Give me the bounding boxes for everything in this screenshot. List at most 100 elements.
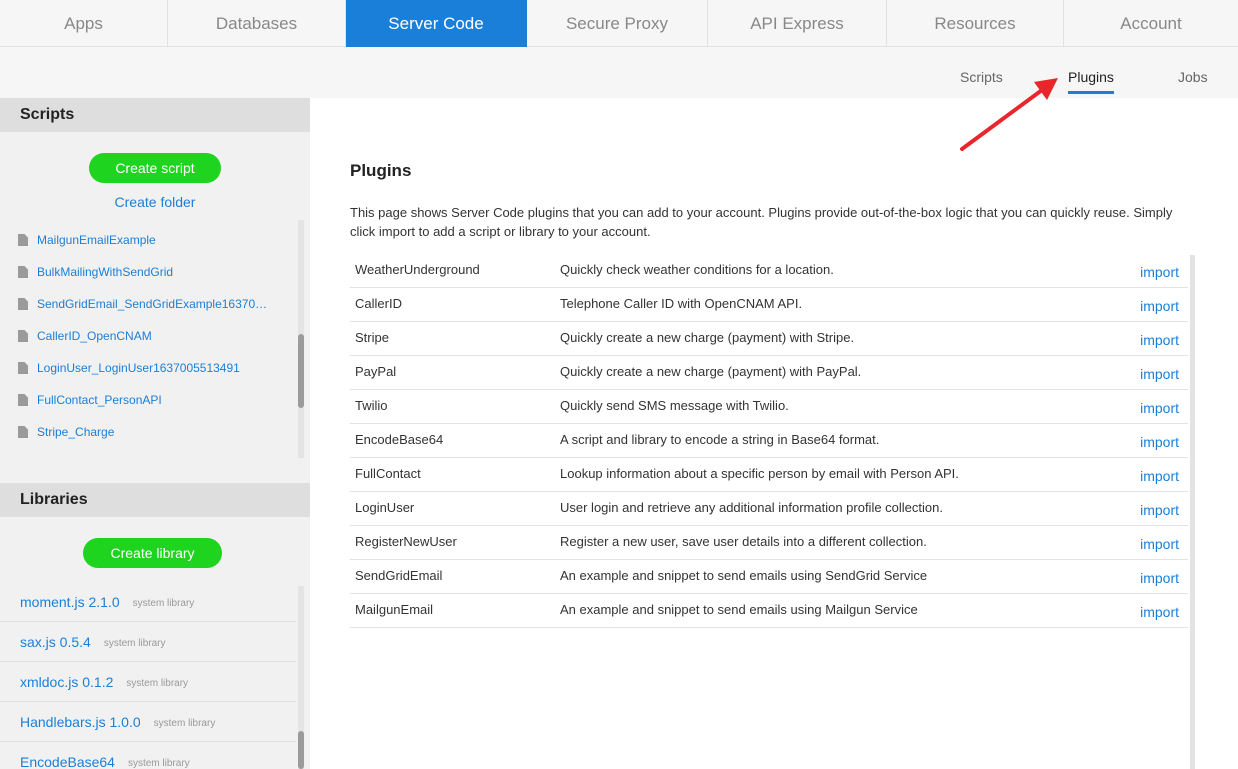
table-row: LoginUser User login and retrieve any add… (350, 492, 1188, 526)
plugin-description: Quickly create a new charge (payment) wi… (560, 330, 855, 345)
plugin-description: Telephone Caller ID with OpenCNAM API. (560, 296, 803, 311)
libraries-scrollbar-thumb[interactable] (298, 731, 304, 769)
list-item[interactable]: moment.js 2.1.0 system library (0, 582, 296, 622)
plugin-name: CallerID (355, 296, 402, 311)
tab-apps[interactable]: Apps (0, 0, 168, 47)
tab-account[interactable]: Account (1064, 0, 1238, 47)
plugin-description: Quickly send SMS message with Twilio. (560, 398, 789, 413)
import-link[interactable]: import (1140, 400, 1179, 416)
list-item[interactable]: Handlebars.js 1.0.0 system library (0, 702, 296, 742)
plugin-description: Register a new user, save user details i… (560, 534, 927, 549)
plugin-description: Quickly create a new charge (payment) wi… (560, 364, 862, 379)
plugin-name: SendGridEmail (355, 568, 443, 583)
plugin-name: LoginUser (355, 500, 415, 515)
plugin-description: An example and snippet to send emails us… (560, 568, 928, 583)
plugin-description: An example and snippet to send emails us… (560, 602, 918, 617)
file-icon (18, 330, 28, 342)
library-type: system library (153, 717, 216, 729)
import-link[interactable]: import (1140, 502, 1179, 518)
sidebar: Scripts Create script Create folder Mail… (0, 98, 310, 769)
file-icon (18, 394, 28, 406)
plugin-name: MailgunEmail (355, 602, 434, 617)
libraries-title: Libraries (20, 491, 88, 508)
subnav-plugins[interactable]: Plugins (1068, 69, 1114, 94)
file-icon (18, 266, 28, 278)
import-link[interactable]: import (1140, 536, 1179, 552)
tab-api-express[interactable]: API Express (708, 0, 887, 47)
scripts-list: MailgunEmailExample BulkMailingWithSendG… (0, 224, 296, 458)
library-name: EncodeBase64 (20, 753, 115, 769)
list-item[interactable]: FullContact_PersonAPI (0, 384, 296, 416)
list-item[interactable]: SendGridEmail_SendGridExample16370… (0, 288, 296, 320)
script-name: BulkMailingWithSendGrid (37, 265, 174, 279)
import-link[interactable]: import (1140, 332, 1179, 348)
script-name: SendGridEmail_SendGridExample16370… (37, 297, 268, 311)
table-row: FullContact Lookup information about a sp… (350, 458, 1188, 492)
list-item[interactable]: Stripe_Charge (0, 416, 296, 448)
list-item[interactable]: LoginUser_LoginUser1637005513491 (0, 352, 296, 384)
plugin-name: Twilio (355, 398, 388, 413)
library-name: sax.js 0.5.4 (20, 633, 91, 650)
table-row: EncodeBase64 A script and library to enco… (350, 424, 1188, 458)
import-link[interactable]: import (1140, 366, 1179, 382)
page-title: Plugins (350, 161, 412, 180)
tab-secure-proxy[interactable]: Secure Proxy (527, 0, 708, 47)
library-type: system library (132, 597, 195, 609)
import-link[interactable]: import (1140, 434, 1179, 450)
import-link[interactable]: import (1140, 264, 1179, 280)
table-row: PayPal Quickly create a new charge (payme… (350, 356, 1188, 390)
list-item[interactable]: xmldoc.js 0.1.2 system library (0, 662, 296, 702)
table-row: SendGridEmail An example and snippet to s… (350, 560, 1188, 594)
import-link[interactable]: import (1140, 298, 1179, 314)
sub-nav: Scripts Plugins Jobs (0, 47, 1238, 98)
table-row: MailgunEmail An example and snippet to se… (350, 594, 1188, 628)
import-link[interactable]: import (1140, 468, 1179, 484)
table-row: CallerID Telephone Caller ID with OpenCNA… (350, 288, 1188, 322)
top-nav: Apps Databases Server Code Secure Proxy … (0, 0, 1238, 47)
plugin-description: A script and library to encode a string … (560, 432, 880, 447)
main-scrollbar[interactable] (1190, 255, 1195, 769)
list-item[interactable]: sax.js 0.5.4 system library (0, 622, 296, 662)
plugin-description: User login and retrieve any additional i… (560, 500, 943, 515)
import-link[interactable]: import (1140, 604, 1179, 620)
plugin-name: Stripe (355, 330, 389, 345)
file-icon (18, 426, 28, 438)
script-name: Stripe_Charge (37, 425, 115, 439)
plugin-name: FullContact (355, 466, 421, 481)
tab-databases[interactable]: Databases (168, 0, 346, 47)
library-type: system library (126, 677, 189, 689)
create-folder-link[interactable]: Create folder (0, 194, 310, 210)
library-name: xmldoc.js 0.1.2 (20, 673, 114, 690)
scripts-scrollbar-thumb[interactable] (298, 334, 304, 408)
tab-resources[interactable]: Resources (887, 0, 1064, 47)
import-link[interactable]: import (1140, 570, 1179, 586)
main-content: Plugins This page shows Server Code plug… (310, 98, 1238, 769)
script-name: CallerID_OpenCNAM (37, 329, 152, 343)
create-library-button[interactable]: Create library (83, 538, 222, 568)
file-icon (18, 298, 28, 310)
plugin-name: EncodeBase64 (355, 432, 444, 447)
library-type: system library (127, 757, 190, 769)
subnav-jobs[interactable]: Jobs (1178, 69, 1208, 91)
scripts-title: Scripts (20, 106, 75, 123)
scripts-header: Scripts (0, 98, 310, 132)
table-row: Twilio Quickly send SMS message with Twil… (350, 390, 1188, 424)
list-item[interactable]: BulkMailingWithSendGrid (0, 256, 296, 288)
libraries-list: moment.js 2.1.0 system library sax.js 0.5… (0, 582, 296, 769)
file-icon (18, 362, 28, 374)
list-item[interactable]: CallerID_OpenCNAM (0, 320, 296, 352)
list-item[interactable]: EncodeBase64 system library (0, 742, 296, 769)
table-row: WeatherUnderground Quickly check weather … (350, 254, 1188, 288)
libraries-header: Libraries (0, 483, 310, 517)
plugin-name: RegisterNewUser (355, 534, 457, 549)
list-item[interactable]: MailgunEmailExample (0, 224, 296, 256)
script-name: MailgunEmailExample (37, 233, 156, 247)
library-name: Handlebars.js 1.0.0 (20, 713, 141, 730)
script-name: LoginUser_LoginUser1637005513491 (37, 361, 240, 375)
plugin-name: PayPal (355, 364, 397, 379)
create-script-button[interactable]: Create script (89, 153, 221, 183)
plugin-description: Lookup information about a specific pers… (560, 466, 959, 481)
subnav-scripts[interactable]: Scripts (960, 69, 1003, 91)
page-description: This page shows Server Code plugins that… (350, 205, 1173, 239)
tab-server-code[interactable]: Server Code (346, 0, 527, 47)
